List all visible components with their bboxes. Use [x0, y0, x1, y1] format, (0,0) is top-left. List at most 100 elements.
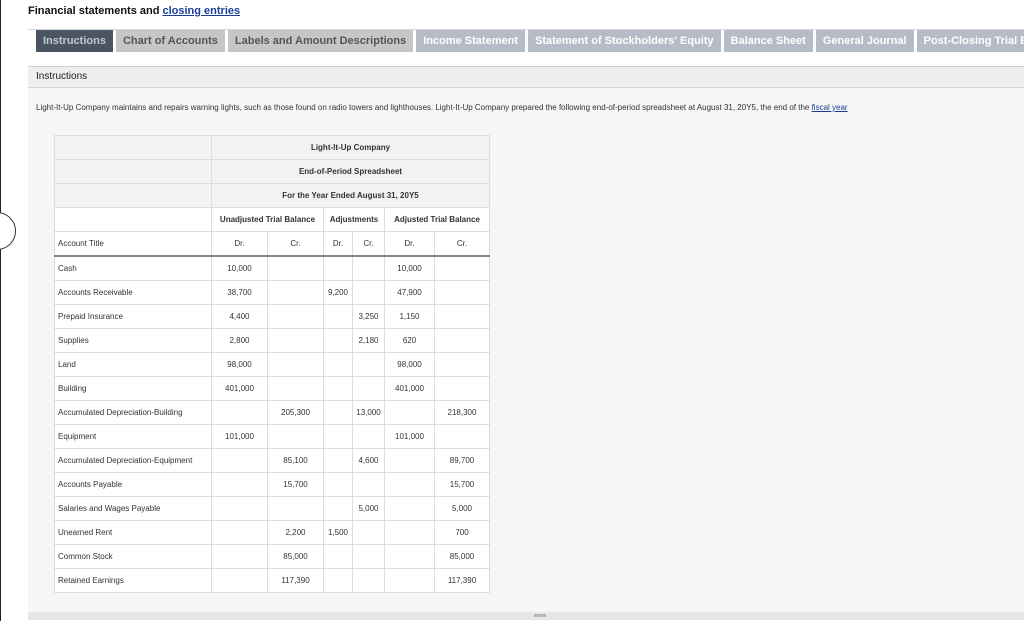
atb-dr-cell: 101,000 — [384, 424, 435, 449]
account-title-cell: Equipment — [54, 424, 212, 449]
atb-cr-cell — [434, 424, 490, 449]
atb-dr-cell — [384, 568, 435, 593]
utb-dr-header: Dr. — [211, 231, 268, 257]
adj-cr-cell — [352, 520, 385, 545]
atb-dr-cell — [384, 472, 435, 497]
adjustments-header: Adjustments — [323, 207, 385, 232]
atb-dr-header: Dr. — [384, 231, 435, 257]
tab-post-closing-trial-balance[interactable]: Post-Closing Trial Balance — [916, 30, 1024, 52]
utb-dr-cell: 101,000 — [211, 424, 268, 449]
corner-cell — [54, 183, 212, 208]
side-circle-control[interactable] — [0, 212, 16, 250]
adj-cr-cell — [352, 472, 385, 497]
spreadsheet-name: End-of-Period Spreadsheet — [211, 159, 490, 184]
tab-general-journal[interactable]: General Journal — [815, 30, 914, 52]
table-row: Accounts Receivable 38,700 9,200 47,900 — [54, 280, 490, 305]
atb-dr-cell — [384, 496, 435, 521]
corner-cell — [54, 159, 212, 184]
tab-bar: Instructions Chart of Accounts Labels an… — [28, 29, 1024, 56]
company-name: Light-It-Up Company — [211, 135, 490, 160]
adj-dr-cell — [323, 544, 353, 569]
utb-cr-cell: 117,390 — [267, 568, 324, 593]
utb-cr-cell: 15,700 — [267, 472, 324, 497]
adjusted-trial-balance-header: Adjusted Trial Balance — [384, 207, 490, 232]
atb-cr-cell: 15,700 — [434, 472, 490, 497]
adj-cr-cell — [352, 544, 385, 569]
atb-dr-cell: 620 — [384, 328, 435, 353]
adj-cr-cell: 13,000 — [352, 400, 385, 425]
utb-dr-cell: 98,000 — [211, 352, 268, 377]
utb-cr-cell: 205,300 — [267, 400, 324, 425]
utb-dr-cell: 38,700 — [211, 280, 268, 305]
instructions-text: Light-It-Up Company maintains and repair… — [36, 103, 848, 112]
instructions-panel: Instructions Light-It-Up Company maintai… — [28, 66, 1024, 617]
adj-dr-cell — [323, 376, 353, 401]
table-row: Salaries and Wages Payable 5,000 5,000 — [54, 496, 490, 521]
section-heading: Instructions — [28, 67, 1024, 88]
atb-dr-cell: 47,900 — [384, 280, 435, 305]
utb-dr-cell: 10,000 — [211, 255, 268, 281]
adj-cr-cell — [352, 424, 385, 449]
adj-cr-header: Cr. — [352, 231, 385, 257]
adj-dr-cell — [323, 424, 353, 449]
utb-cr-cell — [267, 376, 324, 401]
fiscal-year-link[interactable]: fiscal year — [812, 103, 848, 112]
unadjusted-trial-balance-header: Unadjusted Trial Balance — [211, 207, 324, 232]
atb-cr-cell — [434, 280, 490, 305]
table-row: Supplies 2,800 2,180 620 — [54, 328, 490, 353]
atb-cr-cell: 218,300 — [434, 400, 490, 425]
table-row: Accumulated Depreciation-Equipment 85,100… — [54, 448, 490, 473]
account-title-header: Account Title — [54, 231, 212, 257]
adj-dr-cell: 1,500 — [323, 520, 353, 545]
utb-dr-cell: 401,000 — [211, 376, 268, 401]
adj-dr-header: Dr. — [323, 231, 353, 257]
horizontal-scrollbar[interactable] — [28, 612, 1024, 620]
utb-cr-cell — [267, 352, 324, 377]
adj-dr-cell: 9,200 — [323, 280, 353, 305]
atb-dr-cell — [384, 520, 435, 545]
utb-dr-cell — [211, 472, 268, 497]
adj-cr-cell — [352, 255, 385, 281]
utb-cr-cell: 2,200 — [267, 520, 324, 545]
scrollbar-thumb[interactable] — [534, 614, 546, 617]
account-title-cell: Unearned Rent — [54, 520, 212, 545]
tab-chart-of-accounts[interactable]: Chart of Accounts — [115, 30, 225, 52]
utb-dr-cell: 4,400 — [211, 304, 268, 329]
atb-cr-cell — [434, 255, 490, 281]
tab-labels-and-amount-descriptions[interactable]: Labels and Amount Descriptions — [227, 30, 414, 52]
tab-statement-of-stockholders-equity[interactable]: Statement of Stockholders' Equity — [527, 30, 721, 52]
corner-cell — [54, 135, 212, 160]
tab-income-statement[interactable]: Income Statement — [416, 30, 525, 52]
atb-dr-cell: 1,150 — [384, 304, 435, 329]
adj-cr-cell: 4,600 — [352, 448, 385, 473]
adj-cr-cell — [352, 352, 385, 377]
tab-balance-sheet[interactable]: Balance Sheet — [723, 30, 813, 52]
end-of-period-spreadsheet: Light-It-Up Company End-of-Period Spread… — [54, 135, 490, 593]
utb-dr-cell — [211, 544, 268, 569]
account-title-cell: Prepaid Insurance — [54, 304, 212, 329]
atb-cr-cell — [434, 352, 490, 377]
atb-dr-cell — [384, 544, 435, 569]
page-title: Financial statements and closing entries — [28, 5, 240, 17]
adj-dr-cell — [323, 352, 353, 377]
account-title-cell: Retained Earnings — [54, 568, 212, 593]
utb-cr-cell — [267, 304, 324, 329]
adj-cr-cell: 2,180 — [352, 328, 385, 353]
closing-entries-link[interactable]: closing entries — [162, 5, 240, 17]
atb-cr-cell — [434, 376, 490, 401]
table-row: Accounts Payable 15,700 15,700 — [54, 472, 490, 497]
adj-dr-cell — [323, 472, 353, 497]
utb-cr-header: Cr. — [267, 231, 324, 257]
atb-cr-cell: 89,700 — [434, 448, 490, 473]
account-title-cell: Accounts Receivable — [54, 280, 212, 305]
table-row: Cash 10,000 10,000 — [54, 255, 490, 281]
spreadsheet-rows: Cash 10,000 10,000 Accounts Receivable 38,70… — [54, 255, 490, 593]
tab-instructions[interactable]: Instructions — [36, 30, 113, 52]
utb-dr-cell — [211, 400, 268, 425]
adj-cr-cell — [352, 568, 385, 593]
table-row: Accumulated Depreciation-Building 205,300… — [54, 400, 490, 425]
atb-dr-cell: 10,000 — [384, 255, 435, 281]
account-title-cell: Common Stock — [54, 544, 212, 569]
atb-cr-cell: 85,000 — [434, 544, 490, 569]
table-row: Unearned Rent 2,200 1,500 700 — [54, 520, 490, 545]
